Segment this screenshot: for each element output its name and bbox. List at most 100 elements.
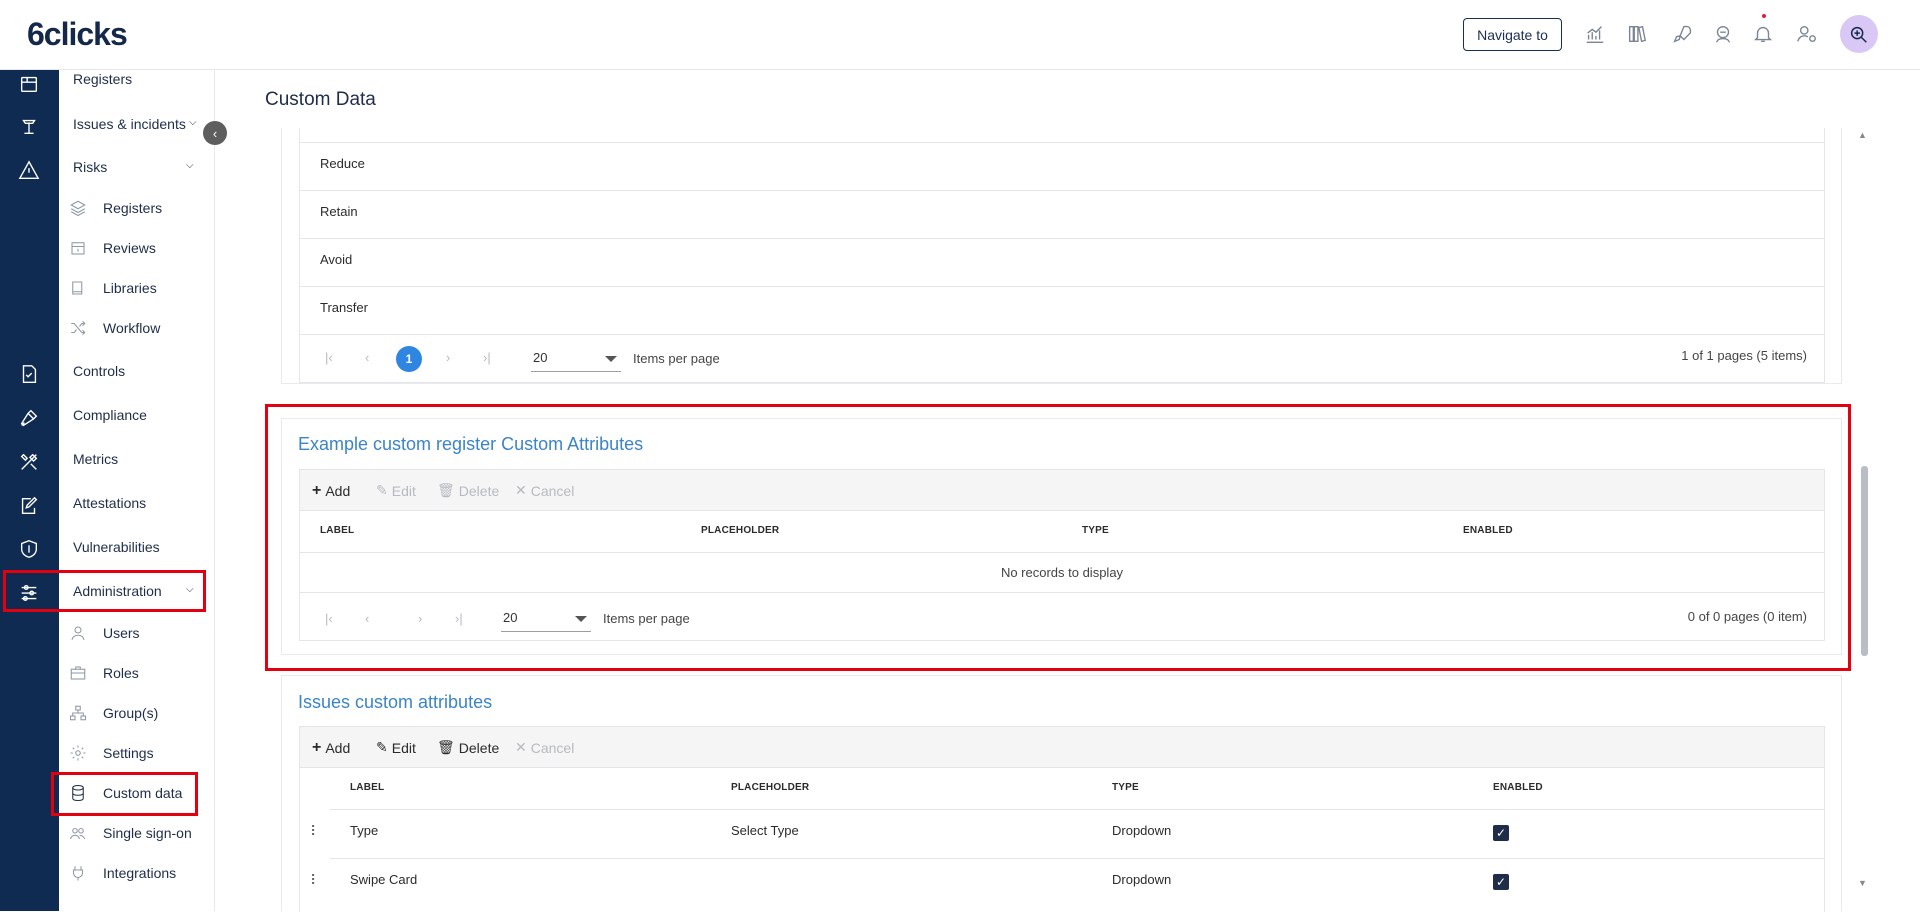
column-header[interactable]: PLACEHOLDER xyxy=(701,525,779,536)
prev-page-icon[interactable]: ‹ xyxy=(365,611,369,626)
sidebar-item-users[interactable]: Users xyxy=(103,625,140,641)
sidebar-item-vulnerabilities[interactable]: Vulnerabilities xyxy=(73,539,160,555)
sidebar-item-risks[interactable]: Risks xyxy=(73,159,107,175)
controls-icon[interactable] xyxy=(17,362,41,386)
last-page-icon[interactable]: ›| xyxy=(483,350,491,365)
scroll-down-icon[interactable]: ▼ xyxy=(1858,878,1867,888)
column-header[interactable]: TYPE xyxy=(1082,525,1109,536)
sidebar-item-issues[interactable]: Issues & incidents xyxy=(73,116,186,132)
pencil-icon: ✎ xyxy=(376,739,388,755)
drag-handle-icon[interactable]: ⠇ xyxy=(310,823,320,840)
plus-icon: + xyxy=(312,482,322,499)
cancel-button[interactable]: ✕ Cancel xyxy=(515,482,574,499)
chevron-down-icon[interactable]: ⌵ xyxy=(186,160,194,171)
page-title: Custom Data xyxy=(265,89,376,110)
per-page-select[interactable]: 20 xyxy=(501,606,591,632)
column-header[interactable]: LABEL xyxy=(320,525,354,536)
last-page-icon[interactable]: ›| xyxy=(455,611,463,626)
compliance-icon[interactable] xyxy=(17,406,41,430)
row-divider xyxy=(300,334,1824,335)
cancel-button[interactable]: ✕ Cancel xyxy=(515,739,574,756)
sidebar-item-integrations[interactable]: Integrations xyxy=(103,865,176,881)
next-page-icon[interactable]: › xyxy=(446,350,450,365)
cell-label: Type xyxy=(350,823,379,838)
support-icon[interactable] xyxy=(1711,22,1735,46)
sidebar-item-metrics[interactable]: Metrics xyxy=(73,451,118,467)
sidebar-item-workflow[interactable]: Workflow xyxy=(103,320,160,336)
row-divider xyxy=(330,858,1824,859)
sidebar-item-settings[interactable]: Settings xyxy=(103,745,154,761)
add-button[interactable]: + Add xyxy=(312,739,350,757)
per-page-value: 20 xyxy=(503,610,518,625)
issues-toolbar: + Add ✎ Edit 🗑 Delete ✕ Cancel xyxy=(299,726,1825,768)
first-page-icon[interactable]: |‹ xyxy=(325,611,333,626)
trash-icon: 🗑 xyxy=(437,739,455,755)
column-header[interactable]: ENABLED xyxy=(1493,782,1543,793)
row-divider xyxy=(330,809,1824,810)
column-header[interactable]: ENABLED xyxy=(1463,525,1513,536)
per-page-select[interactable]: 20 xyxy=(531,346,621,372)
sidebar-item-risk-registers[interactable]: Registers xyxy=(103,200,162,216)
table-row[interactable]: Retain xyxy=(320,204,358,219)
pencil-icon: ✎ xyxy=(376,482,388,498)
section-title: Issues custom attributes xyxy=(298,692,493,712)
register-toolbar: + Add ✎ Edit 🗑 Delete ✕ Cancel xyxy=(299,469,1825,511)
table-row[interactable]: Transfer xyxy=(320,300,368,315)
sidebar-item-libraries[interactable]: Libraries xyxy=(103,280,157,296)
issues-icon[interactable] xyxy=(17,114,41,138)
scroll-up-icon[interactable]: ▲ xyxy=(1858,130,1867,140)
sidebar-item-controls[interactable]: Controls xyxy=(73,363,125,379)
risks-icon[interactable] xyxy=(17,158,41,182)
caret-down-icon xyxy=(575,616,587,622)
row-divider xyxy=(300,190,1824,191)
cell-label: Swipe Card xyxy=(350,872,418,887)
cell-type: Dropdown xyxy=(1112,823,1172,838)
pager-summary: 1 of 1 pages (5 items) xyxy=(1681,348,1807,363)
page-button-active[interactable]: 1 xyxy=(396,346,422,372)
drag-handle-icon[interactable]: ⠇ xyxy=(310,872,320,889)
sidebar-item-reviews[interactable]: Reviews xyxy=(103,240,156,256)
column-header[interactable]: LABEL xyxy=(350,782,384,793)
column-header[interactable]: TYPE xyxy=(1112,782,1139,793)
registers-icon[interactable] xyxy=(17,72,41,96)
plus-icon: + xyxy=(312,739,322,756)
enabled-checkbox[interactable]: ✓ xyxy=(1493,874,1509,890)
vulnerabilities-icon[interactable] xyxy=(17,537,41,561)
delete-button[interactable]: 🗑 Delete xyxy=(437,739,499,756)
table-row[interactable]: Avoid xyxy=(320,252,352,267)
edit-button[interactable]: ✎ Edit xyxy=(376,739,416,756)
sidebar-item-compliance[interactable]: Compliance xyxy=(73,407,147,423)
navigate-to-button[interactable]: Navigate to xyxy=(1463,18,1562,51)
attestations-icon[interactable] xyxy=(17,494,41,518)
sidebar-item-roles[interactable]: Roles xyxy=(103,665,139,681)
delete-button[interactable]: 🗑 Delete xyxy=(437,482,499,499)
sidebar-item-groups[interactable]: Group(s) xyxy=(103,705,158,721)
user-settings-icon[interactable] xyxy=(1795,22,1819,46)
column-header[interactable]: PLACEHOLDER xyxy=(731,782,809,793)
chevron-down-icon[interactable]: ⌵ xyxy=(189,117,197,128)
prev-page-icon[interactable]: ‹ xyxy=(365,350,369,365)
sidebar-item-attestations[interactable]: Attestations xyxy=(73,495,146,511)
analytics-icon[interactable] xyxy=(1583,22,1607,46)
treatment-table: Reduce Retain Avoid Transfer |‹ ‹ 1 › ›|… xyxy=(299,128,1825,383)
row-divider xyxy=(300,592,1824,593)
rocket-icon[interactable] xyxy=(1670,22,1694,46)
book-icon xyxy=(68,278,88,298)
library-icon[interactable] xyxy=(1625,22,1649,46)
first-page-icon[interactable]: |‹ xyxy=(325,350,333,365)
collapse-sidebar-button[interactable]: ‹ xyxy=(203,121,227,145)
metrics-icon[interactable] xyxy=(17,450,41,474)
sidebar-item-sso[interactable]: Single sign-on xyxy=(103,825,192,841)
avatar[interactable] xyxy=(1840,15,1878,53)
app-logo[interactable]: 6clicks xyxy=(27,16,128,53)
table-row[interactable]: Reduce xyxy=(320,156,365,171)
enabled-checkbox[interactable]: ✓ xyxy=(1493,825,1509,841)
edit-button[interactable]: ✎ Edit xyxy=(376,482,416,499)
bell-icon[interactable] xyxy=(1751,22,1775,46)
scrollbar-thumb[interactable] xyxy=(1861,466,1868,656)
add-button[interactable]: + Add xyxy=(312,482,350,500)
next-page-icon[interactable]: › xyxy=(418,611,422,626)
sidebar-item-registers[interactable]: Registers xyxy=(73,71,132,87)
briefcase-icon xyxy=(68,663,88,683)
row-divider xyxy=(300,142,1824,143)
